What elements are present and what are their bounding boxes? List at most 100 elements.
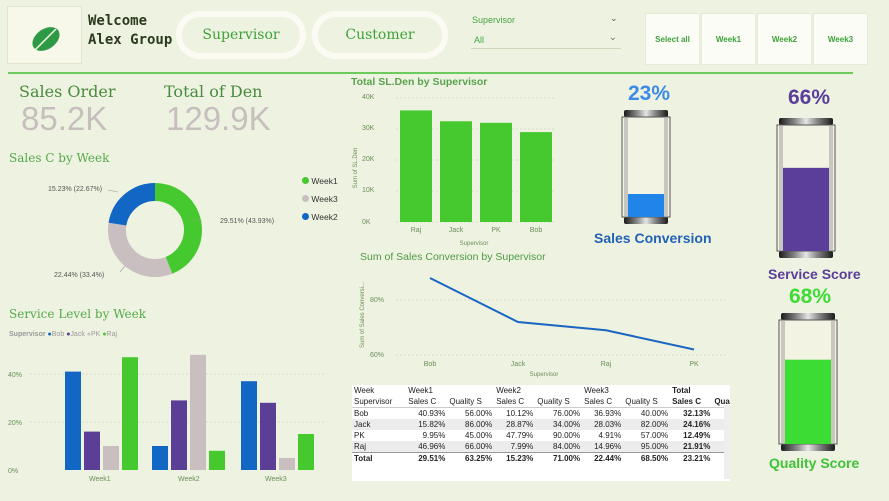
table-header-sub: Sales C [582,396,624,408]
table-cell: 24.16% [683,420,711,429]
matrix-table: Week Week1 Week2 Week3 Total Supervisor Sales… [352,385,730,464]
service-bar-raj[interactable] [209,450,225,470]
gauge-fill [785,359,831,444]
legend-raj: Raj [106,331,118,338]
table-cell: 46.96% [418,442,446,451]
chevron-down-icon: ⌄ [608,32,617,43]
conv-line-chart[interactable]: Sum of Sales Conversi... 80% 60% Supervi… [356,265,736,380]
week3-button[interactable]: Week3 [813,13,868,65]
table-cell: 40.00% [640,409,669,418]
service-bar-pk[interactable] [190,354,206,470]
conv-ytick-80: 80% [370,297,384,304]
service-bar-jack[interactable] [84,431,100,470]
den-xtick: PK [491,227,501,234]
supervisor-dropdown[interactable]: All ⌄ [471,31,621,49]
legend-item-week3[interactable]: Week3 [302,190,338,208]
conv-xtick: Raj [601,361,612,368]
table-header-top [447,385,494,396]
table-header-top [712,385,730,396]
table-total-row: Total 29.51% 63.25% 15.23% 71.00% 22.44% 68.50… [352,452,730,465]
service-bar-pk[interactable] [103,446,119,470]
donut-legend: Week1 Week3 Week2 [302,172,338,226]
week1-button[interactable]: Week1 [701,13,756,65]
conv-xlabel: Supervisor [530,372,559,378]
table-cell: Raj [354,442,367,451]
table-cell: 82.00% [640,420,669,429]
table-cell: 21.91% [683,442,711,451]
legend-title: Supervisor [9,331,46,338]
table-cell: 84.00% [552,442,581,451]
table-row[interactable]: Jack 15.82% 86.00% 28.87% 34.00% 28.03% 82.00%… [352,419,730,430]
den-chart-title: Total SL.Den by Supervisor [351,76,488,88]
legend-item-week2[interactable]: Week2 [302,208,338,226]
table-cell: 15.82% [418,420,446,429]
data-table[interactable]: Week Week1 Week2 Week3 Total Supervisor Sales… [352,385,730,481]
den-ytick-40k: 40K [362,94,375,101]
table-row[interactable]: Bob 40.93% 56.00% 10.12% 76.00% 36.93% 40.00% 3… [352,408,730,420]
conv-xtick: Jack [511,361,526,368]
den-bar-pk[interactable] [480,122,512,222]
welcome-text: Welcome Alex Group [88,12,172,50]
table-total-cell: 68.50% [640,454,669,463]
chevron-down-icon[interactable]: ⌄ [610,13,618,24]
table-total-cell: Total [354,454,373,463]
ytick-20: 20% [8,420,22,427]
service-bar-bob[interactable] [65,371,81,470]
table-cell: 90.00% [552,431,581,440]
conv-line[interactable] [429,277,695,351]
total-den-label: Total of Den [164,82,263,101]
sales-conv-pct: 23% [628,82,671,105]
donut-label-week2: 15.23% (22.67%) [48,186,102,193]
table-cell: 14.96% [594,442,622,451]
den-ylabel: Sum of SL.Den [353,148,359,189]
table-total-cell: 22.44% [594,454,622,463]
service-level-chart[interactable]: 40% 20% 0% Week1 Week2 Week3 [0,345,330,485]
den-xlabel: Supervisor [460,241,489,247]
conv-chart-title: Sum of Sales Conversion by Supervisor [360,251,546,263]
service-bar-raj[interactable] [122,357,138,470]
table-row[interactable]: Raj 46.96% 66.00% 7.99% 84.00% 14.96% 95.00% 21… [352,441,730,453]
conv-ylabel: Sum of Sales Conversi... [360,282,366,348]
table-cell: PK [354,431,365,440]
table-total-cell: 23.21% [683,454,711,463]
service-bar-bob[interactable] [241,381,257,470]
conv-ytick-60: 60% [370,352,384,359]
service-bar-jack[interactable] [260,402,276,470]
week2-button[interactable]: Week2 [757,13,812,65]
den-bar-raj[interactable] [400,110,432,222]
service-bar-bob[interactable] [152,446,168,470]
ytick-0: 0% [8,468,18,475]
den-bar-jack[interactable] [440,121,472,222]
den-bar-chart[interactable]: Sum of SL.Den 40K 30K 20K 10K 0K Supervi… [348,88,563,248]
den-ytick-30k: 30K [362,125,375,132]
service-score-pct: 66% [788,86,831,109]
logo [7,6,82,64]
welcome-line2: Alex Group [88,32,173,48]
den-bar-bob[interactable] [520,132,552,222]
table-cell: 40.93% [418,409,446,418]
service-bar-pk[interactable] [279,458,295,470]
legend-item-week1[interactable]: Week1 [302,172,338,190]
donut-label-week3: 22.44% (33.4%) [54,272,104,279]
table-row[interactable]: PK 9.95% 45.00% 47.79% 90.00% 4.91% 57.00% 12.4… [352,430,730,441]
nav-supervisor-button[interactable]: Supervisor [176,11,306,59]
table-cell: 36.93% [594,409,622,418]
service-bar-jack[interactable] [171,400,187,470]
select-all-button[interactable]: Select all [645,13,700,65]
table-scrollbar[interactable] [724,405,730,479]
table-cell: 28.87% [506,420,534,429]
table-header-top: Week2 [496,386,521,395]
service-bar-raj[interactable] [298,434,314,470]
table-header-top: Week [354,386,375,395]
nav-customer-button[interactable]: Customer [312,11,448,59]
xtick-week2: Week2 [178,476,200,483]
table-cell: 28.03% [594,420,622,429]
legend-jack: Jack [70,331,85,338]
table-header-top: Week3 [584,386,609,395]
table-cell: 9.95% [422,431,446,440]
table-header-top: Total [672,386,691,395]
table-cell: 12.49% [683,431,711,440]
xtick-week1: Week1 [89,476,111,483]
table-header-top: Week1 [408,386,434,395]
den-ytick-0k: 0K [362,219,371,226]
